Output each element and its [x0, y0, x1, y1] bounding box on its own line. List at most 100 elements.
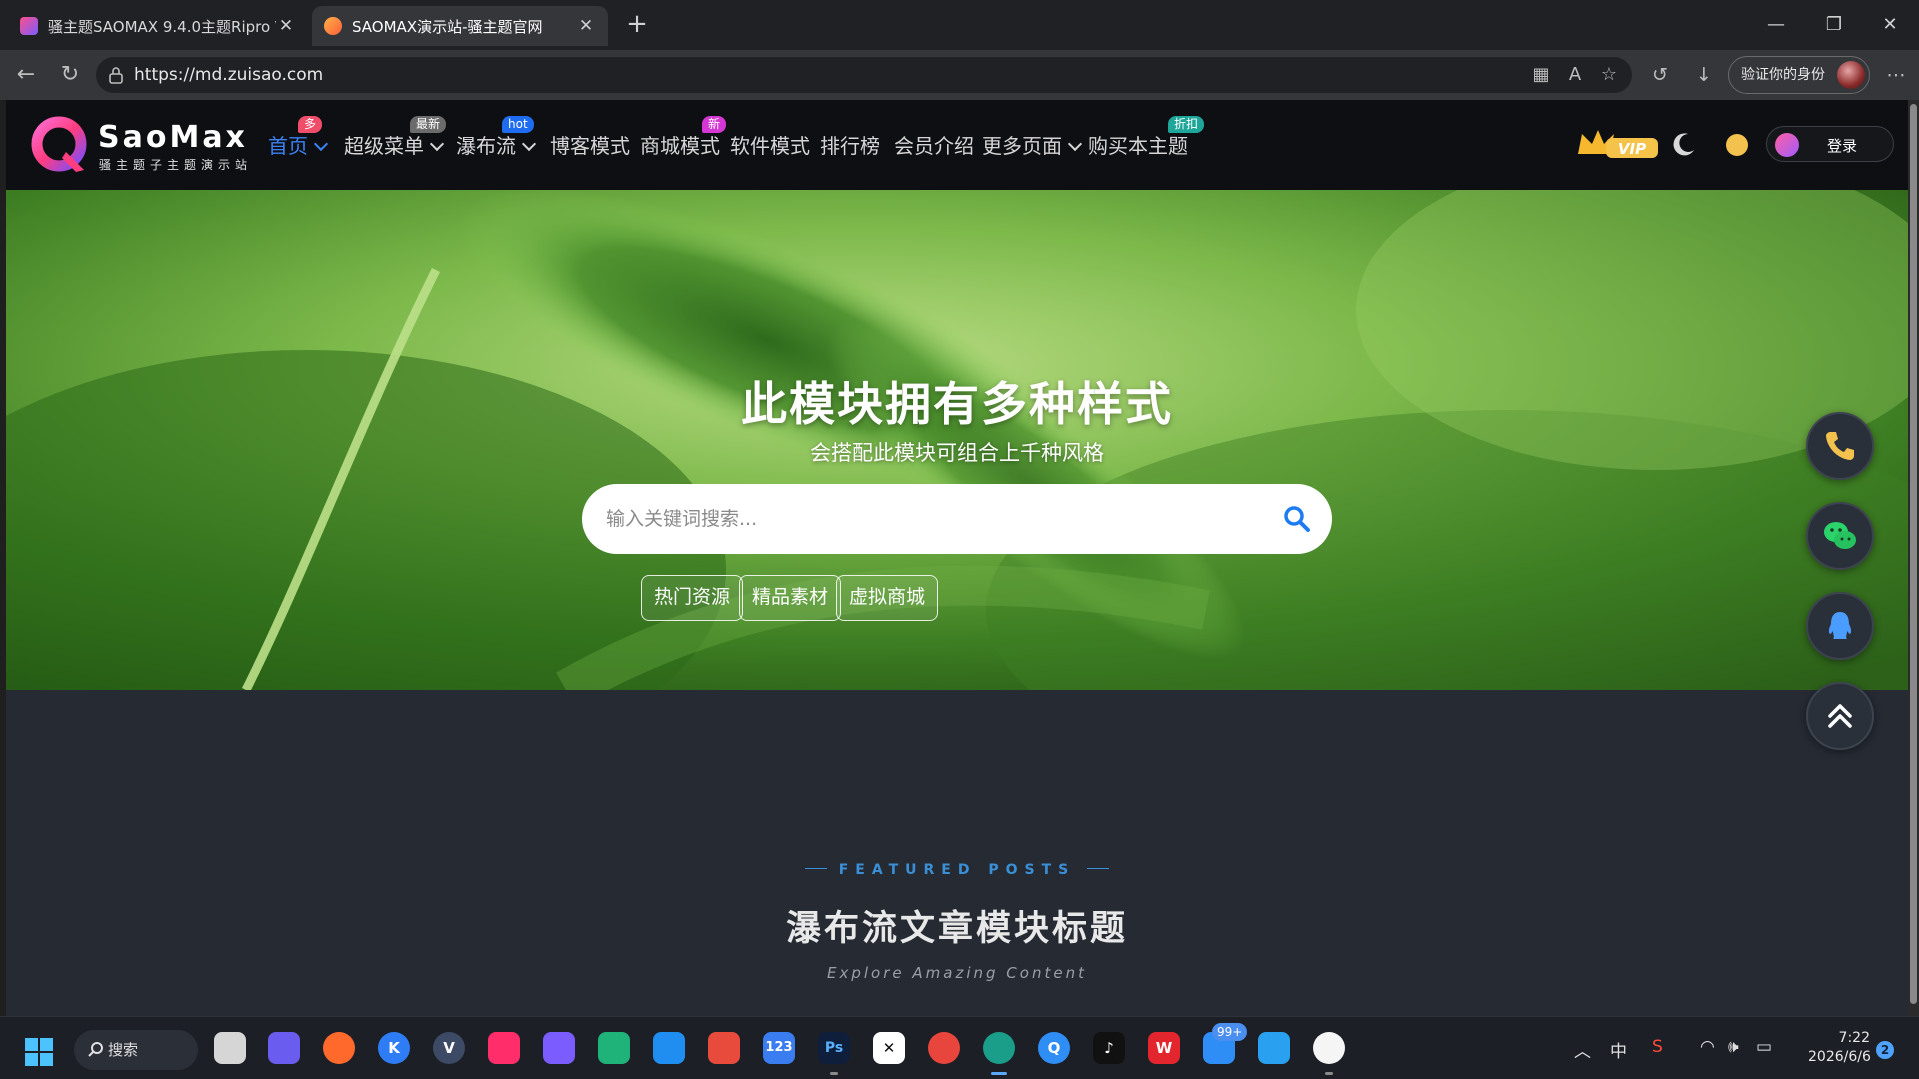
browser-tab-2-active[interactable]: SAOMAX演示站-骚主题官网 ✕: [312, 6, 608, 46]
tab-title: SAOMAX演示站-骚主题官网: [352, 17, 543, 36]
pdf-app-icon[interactable]: [708, 1032, 740, 1064]
nav-label: 软件模式: [730, 134, 810, 158]
back-icon[interactable]: ←: [12, 62, 40, 90]
hero-tag-hot-resources[interactable]: 热门资源: [641, 575, 744, 621]
phone-icon: [1826, 432, 1854, 460]
tray-expand-icon[interactable]: ︿: [1574, 1037, 1591, 1062]
volume-icon[interactable]: 🕪: [1728, 1037, 1739, 1057]
wechat-icon: [1824, 522, 1856, 549]
edge-icon[interactable]: [983, 1032, 1015, 1075]
nav-label: 更多页面: [982, 134, 1062, 158]
nav-item-blog[interactable]: 博客模式: [550, 130, 630, 160]
read-aloud-icon[interactable]: A: [1564, 65, 1586, 87]
login-button[interactable]: 登录: [1766, 126, 1894, 162]
tab-title: 骚主题SAOMAX 9.4.0主题Ripro V5: [48, 17, 276, 36]
task-view-icon[interactable]: [214, 1032, 246, 1064]
app-view-icon[interactable]: ▦: [1530, 65, 1552, 87]
q-app-icon[interactable]: Q: [1038, 1032, 1070, 1064]
browser-tab-1[interactable]: 骚主题SAOMAX 9.4.0主题Ripro V5 ✕: [8, 6, 308, 46]
chevron-down-icon: [313, 136, 329, 152]
favorite-star-icon[interactable]: ☆: [1598, 65, 1620, 87]
hero-title: 此模块拥有多种样式: [741, 377, 1173, 431]
design-app-icon[interactable]: [598, 1032, 630, 1064]
nav-item-software[interactable]: 软件模式: [730, 130, 810, 160]
nav-item-super-menu[interactable]: 超级菜单: [344, 130, 445, 160]
qq-taskbar-icon[interactable]: [1313, 1032, 1345, 1075]
nav-item-more-pages[interactable]: 更多页面: [982, 130, 1083, 160]
search-input[interactable]: [606, 504, 1246, 534]
feishu-app-icon[interactable]: [323, 1032, 355, 1064]
ime-indicator[interactable]: 中: [1610, 1037, 1627, 1062]
dark-mode-moon-icon[interactable]: [1670, 130, 1698, 158]
chevron-down-icon: [1067, 136, 1083, 152]
page-scrollbar[interactable]: [1908, 100, 1919, 1016]
refresh-app-icon[interactable]: [1258, 1032, 1290, 1064]
search-icon[interactable]: [1282, 504, 1312, 534]
hero-section: 此模块拥有多种样式 会搭配此模块可组合上千种风格 热门资源 精品素材 虚拟商城: [6, 190, 1908, 690]
nav-label: 商城模式: [640, 134, 720, 158]
search-icon: [88, 1042, 103, 1057]
nav-badge: hot: [502, 116, 534, 133]
window-close-icon[interactable]: ✕: [1870, 10, 1910, 40]
website-viewport: SaoMax 骚主题子主题演示站 首页 多 超级菜单 最新 瀑布流 hot 博客…: [6, 100, 1908, 1016]
close-tab-icon[interactable]: ✕: [276, 16, 296, 36]
nav-label: 瀑布流: [456, 134, 516, 158]
light-mode-sun-icon[interactable]: [1726, 134, 1748, 156]
taskbar-search[interactable]: 搜索: [74, 1030, 198, 1070]
nav-label: 会员介绍: [894, 134, 974, 158]
hero-subtitle: 会搭配此模块可组合上千种风格: [810, 441, 1104, 465]
wechat-contact-button[interactable]: [1806, 502, 1874, 570]
notification-count-badge[interactable]: 2: [1876, 1041, 1894, 1059]
lock-icon: [109, 67, 123, 84]
nav-item-buy-theme[interactable]: 购买本主题: [1088, 130, 1188, 160]
wifi-icon[interactable]: ◠: [1700, 1037, 1715, 1057]
nav-item-ranking[interactable]: 排行榜: [820, 130, 880, 160]
flag-app-icon[interactable]: [488, 1032, 520, 1064]
chevron-down-icon: [521, 136, 537, 152]
photoshop-icon[interactable]: Ps: [818, 1032, 850, 1075]
battery-icon[interactable]: ▭: [1756, 1037, 1772, 1057]
phone-contact-button[interactable]: [1806, 412, 1874, 480]
nav-item-waterfall[interactable]: 瀑布流: [456, 130, 537, 160]
logo-subtitle: 骚主题子主题演示站: [99, 158, 253, 172]
123pan-icon[interactable]: 123: [763, 1032, 795, 1064]
home-app-icon[interactable]: [543, 1032, 575, 1064]
chrome-icon[interactable]: [928, 1032, 960, 1064]
featured-section-subtitle: Explore Amazing Content: [827, 964, 1087, 982]
more-menu-icon[interactable]: ⋯: [1882, 62, 1910, 90]
k-app-icon[interactable]: K: [378, 1032, 410, 1064]
vscode-icon[interactable]: [653, 1032, 685, 1064]
verify-identity-button[interactable]: 验证你的身份: [1728, 56, 1870, 94]
history-icon[interactable]: ↺: [1646, 62, 1674, 90]
reload-icon[interactable]: ↻: [56, 62, 84, 90]
address-bar[interactable]: https://md.zuisao.com ▦ A ☆: [96, 57, 1632, 93]
nav-item-shop[interactable]: 商城模式: [640, 130, 720, 160]
qq-contact-button[interactable]: [1806, 592, 1874, 660]
nav-item-membership[interactable]: 会员介绍: [894, 130, 974, 160]
hero-tag-premium-materials[interactable]: 精品素材: [739, 575, 842, 621]
taskbar-clock[interactable]: 7:22 2026/6/6: [1808, 1029, 1871, 1067]
restore-icon[interactable]: ❐: [1814, 10, 1854, 40]
capcut-icon[interactable]: ✕: [873, 1032, 905, 1064]
url-text[interactable]: https://md.zuisao.com: [134, 65, 323, 85]
minimize-icon[interactable]: —: [1756, 10, 1796, 40]
download-icon[interactable]: ↓: [1690, 62, 1718, 90]
logo-name[interactable]: SaoMax: [98, 120, 248, 155]
nav-item-home[interactable]: 首页: [268, 130, 329, 160]
tiktok-icon[interactable]: ♪: [1093, 1032, 1125, 1064]
label-divider: [1087, 867, 1110, 869]
back-to-top-button[interactable]: [1806, 682, 1874, 750]
new-tab-button[interactable]: +: [622, 10, 652, 40]
hero-tag-virtual-mall[interactable]: 虚拟商城: [836, 575, 939, 621]
close-tab-icon[interactable]: ✕: [576, 16, 596, 36]
wps-icon[interactable]: W: [1148, 1032, 1180, 1064]
meet-app-icon[interactable]: [268, 1032, 300, 1064]
saomax-logo-icon[interactable]: [30, 114, 92, 176]
sogou-icon[interactable]: S: [1652, 1037, 1663, 1057]
windows-start-icon[interactable]: [24, 1037, 54, 1067]
label-divider: [804, 867, 827, 869]
nav-badge: 新: [702, 116, 727, 133]
v-app-icon[interactable]: V: [433, 1032, 465, 1064]
vip-crown-icon[interactable]: VIP: [1576, 124, 1660, 164]
scrollbar-thumb[interactable]: [1910, 104, 1917, 1004]
